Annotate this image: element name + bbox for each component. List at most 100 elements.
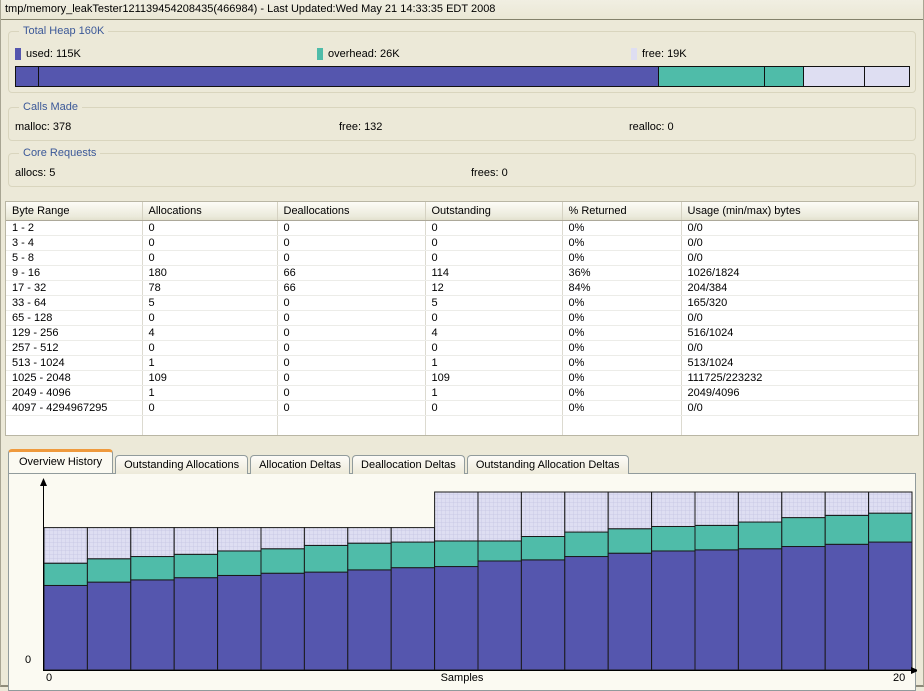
table-cell: 33 - 64 [6, 295, 142, 310]
table-cell: 0 [277, 235, 425, 250]
chart-bar-used [608, 553, 651, 670]
chart-bar-overhead [521, 537, 564, 560]
chart-bar-free [565, 492, 608, 532]
table-cell: 0% [562, 400, 681, 415]
table-cell: 0 [142, 400, 277, 415]
table-cell: 0% [562, 325, 681, 340]
chart-bar-used [478, 561, 521, 670]
table-row[interactable]: 257 - 5120000%0/0 [6, 340, 918, 355]
chart-bar-free [869, 492, 912, 513]
table-cell: 0% [562, 220, 681, 235]
table-cell: 0% [562, 385, 681, 400]
table-cell: 0 [425, 235, 562, 250]
chart-bar-free [131, 528, 174, 557]
table-cell: 78 [142, 280, 277, 295]
table-row[interactable]: 4097 - 42949672950000%0/0 [6, 400, 918, 415]
column-header-outstanding[interactable]: Outstanding [425, 202, 562, 220]
table-cell: 1 [142, 385, 277, 400]
table-cell: 513/1024 [681, 355, 918, 370]
table-cell: 516/1024 [681, 325, 918, 340]
table-cell: 0% [562, 235, 681, 250]
tab-outstanding-allocation-deltas[interactable]: Outstanding Allocation Deltas [467, 455, 629, 474]
table-row[interactable]: 1 - 20000%0/0 [6, 220, 918, 235]
chart-bar-used [261, 573, 304, 670]
table-row[interactable]: 5 - 80000%0/0 [6, 250, 918, 265]
chart-bar-free [478, 492, 521, 541]
table-cell: 204/384 [681, 280, 918, 295]
view-tab-strip: Overview HistoryOutstanding AllocationsA… [1, 448, 923, 473]
table-cell: 0 [425, 340, 562, 355]
calls-made-stat: free: 132 [339, 121, 382, 133]
table-cell: 0% [562, 370, 681, 385]
chart-bar-overhead [738, 522, 781, 549]
chart-bar-overhead [44, 563, 87, 585]
table-cell: 1 [425, 385, 562, 400]
table-cell: 0% [562, 295, 681, 310]
table-row[interactable]: 513 - 10241010%513/1024 [6, 355, 918, 370]
table-empty-cell [277, 415, 425, 435]
table-cell: 1 [142, 355, 277, 370]
chart-bar-overhead [348, 543, 391, 570]
table-row[interactable]: 1025 - 204810901090%111725/223232 [6, 370, 918, 385]
column-header-usage-min-max-bytes[interactable]: Usage (min/max) bytes [681, 202, 918, 220]
column-header-byte-range[interactable]: Byte Range [6, 202, 142, 220]
chart-bar-overhead [869, 513, 912, 542]
chart-bar-used [825, 544, 868, 670]
table-row[interactable]: 17 - 3278661284%204/384 [6, 280, 918, 295]
table-row[interactable]: 3 - 40000%0/0 [6, 235, 918, 250]
chart-bar-overhead [87, 559, 130, 582]
table-row[interactable]: 2049 - 40961010%2049/4096 [6, 385, 918, 400]
table-cell: 4 [142, 325, 277, 340]
calls-made-stat: realloc: 0 [629, 121, 674, 133]
tab-outstanding-allocations[interactable]: Outstanding Allocations [115, 455, 248, 474]
column-header-allocations[interactable]: Allocations [142, 202, 277, 220]
column-header-deallocations[interactable]: Deallocations [277, 202, 425, 220]
table-cell: 0 [277, 385, 425, 400]
table-cell: 1025 - 2048 [6, 370, 142, 385]
chart-bar-overhead [174, 554, 217, 577]
table-cell: 0 [142, 310, 277, 325]
table-row[interactable]: 33 - 645050%165/320 [6, 295, 918, 310]
core-requests-group: Core Requests allocs: 5frees: 0 [8, 153, 916, 187]
column-header-returned[interactable]: % Returned [562, 202, 681, 220]
chart-bar-used [391, 568, 434, 670]
overhead-legend-label: overhead: 26K [328, 48, 400, 60]
table-cell: 0 [142, 220, 277, 235]
table-row[interactable]: 9 - 161806611436%1026/1824 [6, 265, 918, 280]
tab-deallocation-deltas[interactable]: Deallocation Deltas [352, 455, 465, 474]
table-empty-cell [6, 415, 142, 435]
table-cell: 36% [562, 265, 681, 280]
table-cell: 9 - 16 [6, 265, 142, 280]
table-row[interactable]: 65 - 1280000%0/0 [6, 310, 918, 325]
chart-bar-free [218, 528, 261, 551]
chart-bar-used [435, 567, 478, 670]
table-row[interactable]: 129 - 2564040%516/1024 [6, 325, 918, 340]
chart-bar-free [261, 528, 304, 549]
table-cell: 114 [425, 265, 562, 280]
heap-bar-segment-used [38, 67, 658, 86]
core-requests-stat: frees: 0 [471, 167, 508, 179]
chart-bar-used [565, 557, 608, 670]
chart-bar-used [521, 560, 564, 670]
table-cell: 66 [277, 265, 425, 280]
table-cell: 3 - 4 [6, 235, 142, 250]
tab-allocation-deltas[interactable]: Allocation Deltas [250, 455, 350, 474]
table-cell: 17 - 32 [6, 280, 142, 295]
chart-bar-used [652, 551, 695, 670]
table-cell: 109 [425, 370, 562, 385]
chart-bar-used [695, 550, 738, 670]
table-cell: 65 - 128 [6, 310, 142, 325]
table-cell: 0% [562, 310, 681, 325]
table-cell: 0 [425, 310, 562, 325]
tab-overview-history[interactable]: Overview History [8, 449, 113, 473]
table-cell: 513 - 1024 [6, 355, 142, 370]
chart-bar-used [782, 547, 825, 670]
chart-bar-overhead [825, 515, 868, 544]
chart-bar-overhead [478, 541, 521, 561]
table-cell: 4097 - 4294967295 [6, 400, 142, 415]
table-cell: 0% [562, 340, 681, 355]
table-cell: 0 [277, 310, 425, 325]
chart-bar-used [218, 575, 261, 670]
chart-bar-free [435, 492, 478, 541]
heap-bar-segment-used [16, 67, 38, 86]
